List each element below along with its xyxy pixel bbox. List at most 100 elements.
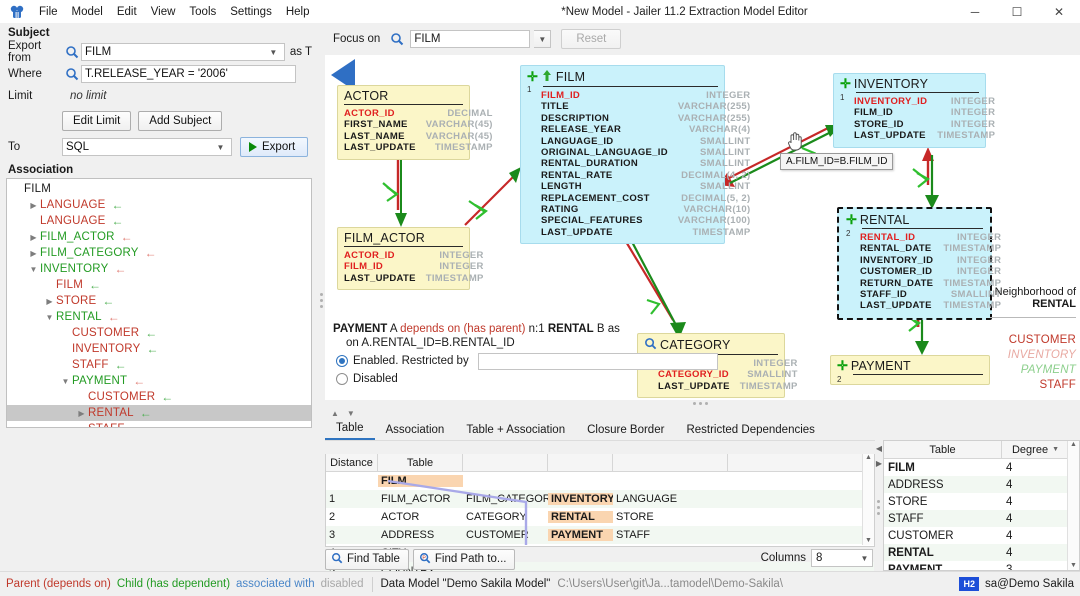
search-icon[interactable]: [62, 43, 81, 61]
entity-rental[interactable]: ✛ RENTAL 2 RENTAL_IDINTEGER RENTAL_DATET…: [837, 207, 992, 320]
tree-item-inventory-10[interactable]: INVENTORY←: [7, 341, 311, 357]
vertical-splitter[interactable]: [318, 23, 325, 571]
degree-vertical-scrollbar[interactable]: ▲ ▼: [1067, 441, 1079, 570]
cell-table[interactable]: ACTOR: [378, 511, 463, 523]
grid-header-col6[interactable]: [728, 454, 862, 471]
degree-row[interactable]: RENTAL4: [884, 544, 1079, 561]
chevron-right-icon[interactable]: ▶: [27, 249, 40, 258]
collapse-left-icon[interactable]: ◀: [875, 440, 883, 453]
cell-table[interactable]: INVENTORY: [548, 493, 613, 505]
table-row[interactable]: 2ACTORCATEGORYRENTALSTORE: [326, 508, 874, 526]
cell-table[interactable]: FILM: [378, 475, 463, 487]
tree-item-customer-9[interactable]: CUSTOMER←: [7, 325, 311, 341]
chevron-down-icon[interactable]: ▼: [27, 265, 40, 274]
cell-table[interactable]: ADDRESS: [378, 529, 463, 541]
scroll-down-icon[interactable]: ▼: [347, 409, 355, 418]
cell-table[interactable]: RENTAL: [548, 511, 613, 523]
grid-header-col4[interactable]: [548, 454, 613, 471]
scroll-down-icon[interactable]: ▼: [1068, 562, 1079, 569]
tree-item-inventory-5[interactable]: ▼INVENTORY←: [7, 261, 311, 277]
chevron-down-icon[interactable]: ▼: [43, 313, 56, 322]
splitter-grip[interactable]: [320, 293, 323, 311]
focus-on-input[interactable]: FILM: [410, 30, 530, 48]
grid-header-col3[interactable]: [463, 454, 548, 471]
right-splitter[interactable]: ◀ ▶: [875, 440, 883, 571]
tab-table-association[interactable]: Table + Association: [455, 421, 576, 440]
cell-table[interactable]: CATEGORY: [463, 511, 548, 523]
degree-row[interactable]: STORE4: [884, 493, 1079, 510]
tree-item-film_category-4[interactable]: ▶FILM_CATEGORY←: [7, 245, 311, 261]
degree-row[interactable]: PAYMENT3: [884, 561, 1079, 571]
entity-payment[interactable]: ✛ PAYMENT 2: [830, 355, 990, 385]
cell-table[interactable]: LANGUAGE: [613, 493, 728, 505]
scroll-up-icon[interactable]: ▲: [1068, 441, 1079, 448]
tree-item-store-7[interactable]: ▶STORE←: [7, 293, 311, 309]
chevron-down-icon[interactable]: ▼: [534, 30, 551, 48]
expand-plus-icon[interactable]: ✛: [840, 79, 851, 89]
chevron-down-icon[interactable]: ▼: [266, 48, 281, 57]
where-input[interactable]: T.RELEASE_YEAR = '2006': [81, 65, 296, 83]
export-button[interactable]: Export: [240, 137, 308, 157]
search-icon[interactable]: [387, 30, 406, 48]
cell-table[interactable]: FILM_ACTOR: [378, 493, 463, 505]
grid-header-col5[interactable]: [613, 454, 728, 471]
splitter-grip[interactable]: [693, 402, 708, 405]
degree-row[interactable]: STAFF4: [884, 510, 1079, 527]
expand-plus-icon[interactable]: ✛: [846, 215, 857, 225]
close-button[interactable]: ✕: [1038, 0, 1080, 23]
chevron-right-icon[interactable]: ▶: [43, 297, 56, 306]
tree-item-film_actor-3[interactable]: ▶FILM_ACTOR←: [7, 229, 311, 245]
find-path-button[interactable]: P Find Path to...: [413, 549, 516, 570]
degree-header-degree[interactable]: Degree ▼: [1002, 441, 1069, 458]
maximize-button[interactable]: ☐: [996, 0, 1038, 23]
scroll-arrows[interactable]: ▲ ▼: [325, 407, 875, 418]
cell-table[interactable]: PAYMENT: [548, 529, 613, 541]
chevron-right-icon[interactable]: ▶: [27, 201, 40, 210]
neighborhood-item[interactable]: INVENTORY: [1008, 348, 1076, 363]
splitter-grip[interactable]: [877, 500, 880, 518]
entity-inventory[interactable]: ✛ INVENTORY 1 INVENTORY_IDINTEGER FILM_I…: [833, 73, 986, 148]
association-tree[interactable]: FILM▶LANGUAGE←LANGUAGE←▶FILM_ACTOR←▶FILM…: [6, 178, 312, 428]
entity-film-actor[interactable]: FILM_ACTOR ACTOR_IDINTEGER FILM_IDINTEGE…: [337, 227, 470, 290]
tab-closure-border[interactable]: Closure Border: [576, 421, 675, 440]
expand-plus-icon[interactable]: ✛: [527, 72, 538, 82]
table-row[interactable]: 1FILM_ACTORFILM_CATEGORYINVENTORYLANGUAG…: [326, 490, 874, 508]
columns-select[interactable]: 8 ▼: [811, 549, 873, 567]
chevron-right-icon[interactable]: ▶: [75, 409, 88, 418]
menu-view[interactable]: View: [144, 3, 183, 21]
export-from-input[interactable]: FILM ▼: [81, 43, 285, 61]
cell-table[interactable]: FILM_CATEGORY: [463, 493, 548, 505]
neighborhood-item[interactable]: PAYMENT: [1008, 363, 1076, 378]
tree-item-payment-12[interactable]: ▼PAYMENT←: [7, 373, 311, 389]
table-row[interactable]: FILM: [326, 472, 874, 490]
tab-table[interactable]: Table: [325, 419, 375, 440]
grid-header-table[interactable]: Table: [378, 454, 463, 471]
neighborhood-item[interactable]: CUSTOMER: [1008, 333, 1076, 348]
restriction-input[interactable]: [478, 353, 718, 370]
chevron-down-icon[interactable]: ▼: [213, 143, 228, 152]
search-icon[interactable]: [62, 65, 81, 83]
cell-table[interactable]: STAFF: [613, 529, 728, 541]
closure-grid[interactable]: Distance Table FILM1FILM_ACTORFILM_CATEG…: [325, 454, 875, 547]
expand-plus-icon[interactable]: ✛: [837, 361, 848, 371]
diagram-canvas[interactable]: ACTOR ACTOR_IDDECIMAL FIRST_NAMEVARCHAR(…: [325, 55, 1080, 407]
scroll-up-icon[interactable]: ▲: [331, 409, 339, 418]
menu-edit[interactable]: Edit: [110, 3, 144, 21]
tree-item-rental-14[interactable]: ▶RENTAL←: [7, 405, 311, 421]
disabled-radio[interactable]: [336, 373, 348, 385]
add-subject-button[interactable]: Add Subject: [138, 111, 222, 131]
menu-help[interactable]: Help: [279, 3, 317, 21]
degree-row[interactable]: ADDRESS4: [884, 476, 1079, 493]
neighborhood-item[interactable]: STAFF: [1008, 378, 1076, 393]
menu-model[interactable]: Model: [65, 3, 110, 21]
degree-body[interactable]: FILM4ADDRESS4STORE4STAFF4CUSTOMER4RENTAL…: [884, 459, 1079, 571]
entity-film[interactable]: ✛ FILM 1 FILM_IDINTEGER TITLEVARCHAR(255…: [520, 65, 725, 244]
tree-item-staff-15[interactable]: STAFF←: [7, 421, 311, 428]
degree-row[interactable]: FILM4: [884, 459, 1079, 476]
tab-restricted-dependencies[interactable]: Restricted Dependencies: [675, 421, 826, 440]
scroll-down-icon[interactable]: ▼: [863, 537, 874, 544]
degree-header-table[interactable]: Table: [884, 441, 1002, 458]
minimize-button[interactable]: ─: [954, 0, 996, 23]
tab-association[interactable]: Association: [375, 421, 456, 440]
tree-item-customer-13[interactable]: CUSTOMER←: [7, 389, 311, 405]
